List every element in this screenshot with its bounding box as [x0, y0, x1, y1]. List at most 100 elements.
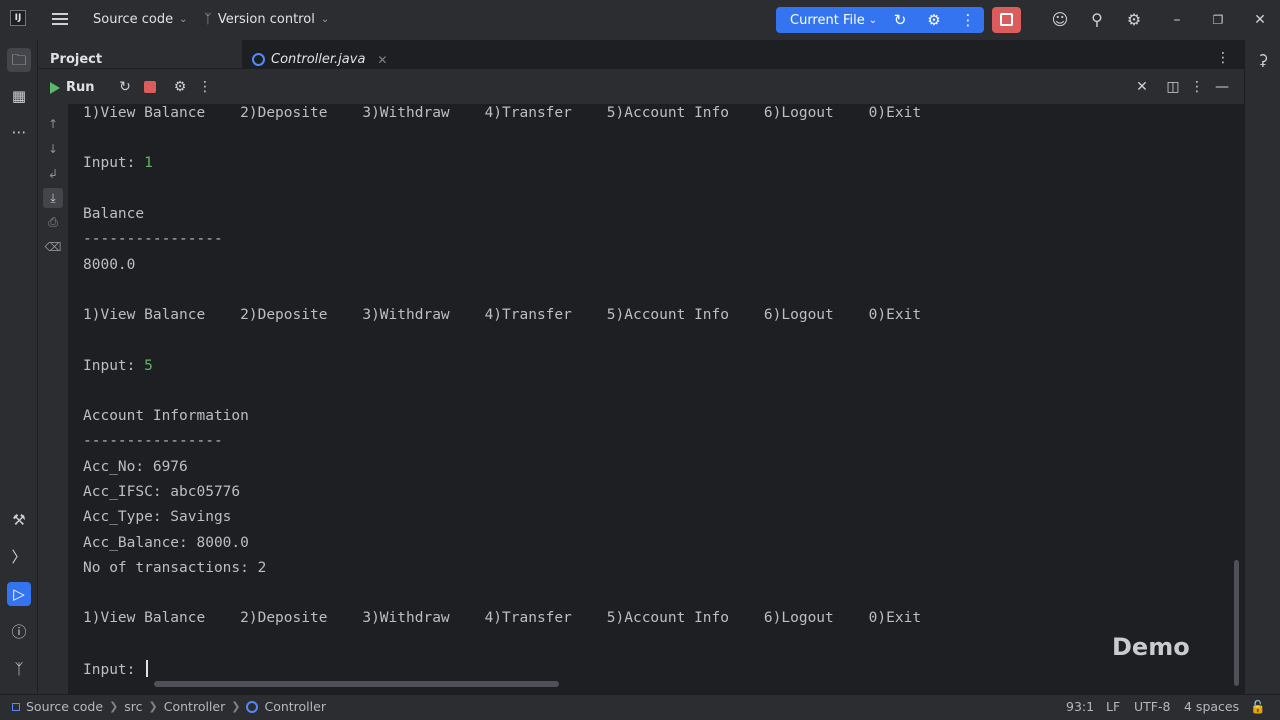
- transactions-line: No of transactions: 2: [83, 560, 267, 576]
- vertical-scrollbar[interactable]: [1234, 560, 1239, 686]
- rerun-icon[interactable]: ↻: [891, 11, 909, 29]
- print-icon[interactable]: ⎙: [43, 212, 63, 232]
- project-title[interactable]: Project: [50, 52, 102, 67]
- breadcrumb: Source code ❯ src ❯ Controller ❯ Control…: [12, 699, 326, 714]
- branch-icon: ᛉ: [204, 12, 212, 27]
- soft-wrap-icon[interactable]: ↲: [43, 164, 63, 184]
- chevron-down-icon: ⌄: [868, 14, 878, 26]
- left-tool-stripe: 🗀 ▦ ⋯ ⚒ 〉 ▷ ⓘ ᛉ: [0, 40, 38, 694]
- breadcrumb-item[interactable]: Controller: [264, 699, 326, 714]
- input-prompt-line[interactable]: Input:: [83, 660, 149, 679]
- settings-icon[interactable]: ⚙: [171, 78, 189, 96]
- title-bar: IJ Source code ⌄ ᛉ Version control ⌄ Cur…: [0, 0, 1280, 40]
- close-icon[interactable]: ✕: [1133, 78, 1151, 96]
- vcs-menu[interactable]: ᛉ Version control ⌄: [204, 12, 329, 27]
- java-class-icon: [252, 53, 265, 66]
- settings-gear-icon[interactable]: ⚙: [1124, 10, 1144, 30]
- more-vertical-icon[interactable]: ⋮: [1216, 50, 1230, 66]
- indent-setting[interactable]: 4 spaces: [1184, 699, 1239, 714]
- chevron-right-icon: ❯: [148, 700, 158, 713]
- restore-icon[interactable]: ❐: [1208, 10, 1228, 30]
- acc-no-line: Acc_No: 6976: [83, 459, 188, 475]
- menu-line: 1)View Balance 2)Deposite 3)Withdraw 4)T…: [83, 610, 922, 626]
- close-window-icon[interactable]: ✕: [1250, 10, 1270, 30]
- more-horizontal-icon[interactable]: ⋯: [7, 120, 31, 144]
- run-config-label: Current File: [790, 12, 865, 28]
- acc-ifsc-line: Acc_IFSC: abc05776: [83, 484, 241, 500]
- input-line: Input: 1: [83, 154, 153, 172]
- stop-button[interactable]: [992, 7, 1021, 33]
- breadcrumb-item[interactable]: Controller: [164, 699, 226, 714]
- input-label: Input:: [83, 662, 145, 678]
- status-bar: Source code ❯ src ❯ Controller ❯ Control…: [0, 694, 1280, 720]
- run-panel-icon[interactable]: ▷: [7, 582, 31, 606]
- debug-icon[interactable]: ⚙: [925, 11, 943, 29]
- text-caret: [146, 660, 149, 677]
- up-arrow-icon[interactable]: ↑: [43, 114, 63, 134]
- hide-panel-icon[interactable]: —: [1213, 78, 1231, 96]
- account-info-header: Account Information: [83, 408, 249, 424]
- input-label: Input:: [83, 155, 145, 171]
- close-tab-icon[interactable]: ✕: [377, 53, 387, 67]
- run-toolwindow-header: Run ↻ ⚙ ⋮ ✕ ◫ ⋮ —: [38, 68, 1244, 104]
- breadcrumb-item[interactable]: src: [124, 699, 142, 714]
- terminal-icon[interactable]: 〉: [7, 545, 31, 569]
- down-arrow-icon[interactable]: ↓: [43, 139, 63, 159]
- project-menu-label: Source code: [93, 12, 174, 27]
- more-vertical-icon[interactable]: ⋮: [959, 11, 977, 29]
- cursor-position[interactable]: 93:1: [1066, 699, 1094, 714]
- file-encoding[interactable]: UTF-8: [1134, 699, 1170, 714]
- search-icon[interactable]: ⚲: [1087, 10, 1107, 30]
- main-menu-icon[interactable]: [52, 11, 68, 27]
- run-console-panel: ↑ ↓ ↲ ⤓ ⎙ ⌫ 1)View Balance 2)Deposite 3)…: [38, 104, 1244, 694]
- input-value: 1: [144, 155, 153, 171]
- chevron-right-icon: ❯: [231, 700, 241, 713]
- layout-icon[interactable]: ◫: [1164, 78, 1182, 96]
- git-icon[interactable]: ᛉ: [7, 657, 31, 681]
- more-vertical-icon[interactable]: ⋮: [196, 78, 214, 96]
- folder-icon[interactable]: 🗀: [7, 48, 31, 72]
- clear-trash-icon[interactable]: ⌫: [43, 237, 63, 257]
- run-config-selector[interactable]: Current File ⌄: [790, 13, 877, 28]
- run-title-label: Run: [66, 80, 95, 95]
- menu-line: 1)View Balance 2)Deposite 3)Withdraw 4)T…: [83, 307, 922, 323]
- project-menu[interactable]: Source code ⌄: [93, 12, 188, 27]
- run-tab[interactable]: Run: [50, 80, 95, 95]
- scroll-to-end-icon[interactable]: ⤓: [43, 188, 63, 208]
- module-icon: [12, 702, 20, 711]
- run-configuration-widget[interactable]: Current File ⌄ ↻ ⚙ ⋮: [776, 7, 984, 33]
- minimize-icon[interactable]: –: [1167, 10, 1187, 30]
- right-tool-stripe: ⚳: [1244, 40, 1280, 694]
- chevron-right-icon: ❯: [109, 700, 119, 713]
- chevron-down-icon: ⌄: [320, 14, 330, 25]
- java-class-icon: [246, 700, 259, 713]
- vcs-menu-label: Version control: [217, 12, 315, 27]
- notifications-bell-icon[interactable]: ⚳: [1251, 48, 1275, 72]
- console-toolbar: ↑ ↓ ↲ ⤓ ⎙ ⌫: [38, 104, 68, 694]
- chevron-down-icon: ⌄: [179, 14, 188, 25]
- intellij-logo-icon[interactable]: IJ: [10, 10, 26, 26]
- stop-icon: [1000, 13, 1013, 26]
- balance-header: Balance: [83, 206, 145, 222]
- rerun-icon[interactable]: ↻: [116, 78, 134, 96]
- build-hammer-icon[interactable]: ⚒: [7, 508, 31, 532]
- stop-run-icon[interactable]: [144, 81, 156, 93]
- lock-icon[interactable]: 🔓: [1250, 699, 1266, 715]
- structure-icon[interactable]: ▦: [7, 84, 31, 108]
- run-icon: [50, 81, 60, 94]
- demo-watermark: Demo: [1112, 633, 1190, 661]
- input-value: 5: [144, 358, 153, 374]
- acc-type-line: Acc_Type: Savings: [83, 509, 232, 525]
- breadcrumb-item[interactable]: Source code: [26, 699, 103, 714]
- editor-tab-controller[interactable]: Controller.java ✕: [252, 52, 387, 67]
- divider-line: ----------------: [83, 231, 223, 247]
- input-line: Input: 5: [83, 357, 153, 375]
- acc-balance-line: Acc_Balance: 8000.0: [83, 535, 249, 551]
- console-output[interactable]: 1)View Balance 2)Deposite 3)Withdraw 4)T…: [83, 104, 1233, 684]
- input-label: Input:: [83, 358, 145, 374]
- problems-icon[interactable]: ⓘ: [7, 620, 31, 644]
- horizontal-scrollbar[interactable]: [154, 681, 559, 687]
- add-user-icon[interactable]: ☺: [1050, 10, 1070, 30]
- more-vertical-icon[interactable]: ⋮: [1188, 78, 1206, 96]
- line-separator[interactable]: LF: [1106, 699, 1120, 714]
